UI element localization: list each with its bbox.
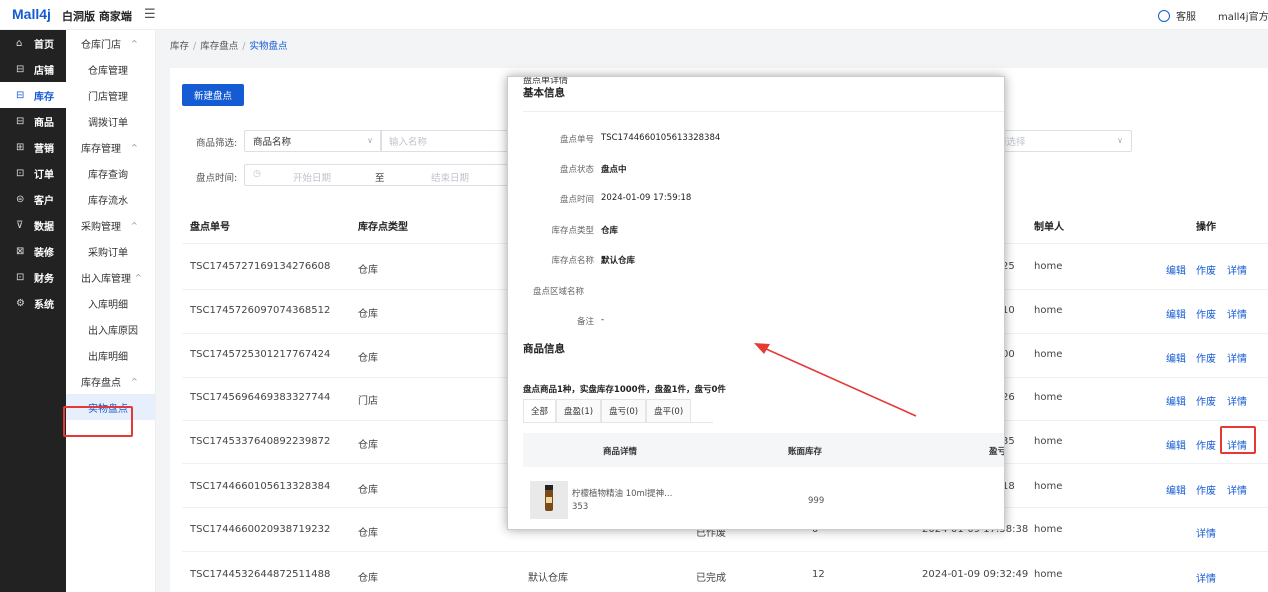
annotation-arrow — [754, 343, 917, 417]
arrow-head — [754, 343, 770, 354]
arrow-line — [763, 347, 917, 417]
app-root: Mall4j 白洞版 商家端 ☰ 客服 mall4j官方店 ⌂首页 ⊟店铺 ⊟库… — [0, 0, 1268, 592]
